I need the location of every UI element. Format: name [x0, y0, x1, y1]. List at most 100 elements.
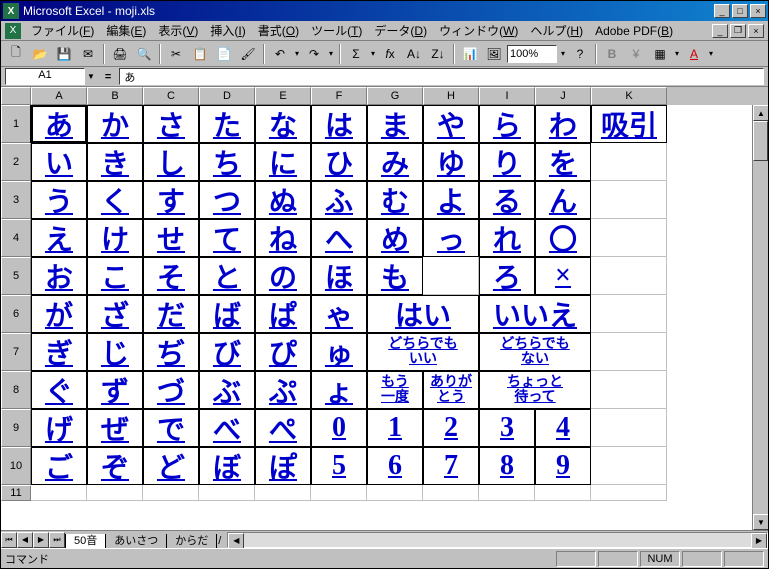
- cell[interactable]: ま: [367, 105, 423, 143]
- cell[interactable]: どちらでも いい: [367, 333, 479, 371]
- sheet-tab-あいさつ[interactable]: あいさつ: [105, 534, 167, 549]
- cell[interactable]: 5: [311, 447, 367, 485]
- font-color-dropdown[interactable]: ▾: [707, 43, 715, 65]
- cell[interactable]: ゃ: [311, 295, 367, 333]
- copy-button[interactable]: 📋: [189, 43, 211, 65]
- menu-4[interactable]: 書式(O): [252, 22, 305, 40]
- sort-desc-button[interactable]: Z↓: [427, 43, 449, 65]
- cell[interactable]: もう 一度: [367, 371, 423, 409]
- cell[interactable]: さ: [143, 105, 199, 143]
- cell[interactable]: 8: [479, 447, 535, 485]
- vertical-scrollbar[interactable]: ▲ ▼: [752, 105, 768, 530]
- redo-button[interactable]: ↷: [303, 43, 325, 65]
- cell[interactable]: く: [87, 181, 143, 219]
- cell[interactable]: っ: [423, 219, 479, 257]
- zoom-dropdown[interactable]: ▾: [559, 43, 567, 65]
- paste-button[interactable]: 📄: [213, 43, 235, 65]
- column-header-E[interactable]: E: [255, 87, 311, 105]
- row-header-1[interactable]: 1: [1, 105, 31, 143]
- undo-dropdown[interactable]: ▾: [293, 43, 301, 65]
- cell[interactable]: [255, 485, 311, 501]
- cell[interactable]: に: [255, 143, 311, 181]
- cell[interactable]: め: [367, 219, 423, 257]
- cell[interactable]: む: [367, 181, 423, 219]
- menu-2[interactable]: 表示(V): [152, 22, 204, 40]
- zoom-combo[interactable]: 100%: [507, 45, 557, 63]
- cell[interactable]: で: [143, 409, 199, 447]
- cell[interactable]: は: [311, 105, 367, 143]
- cell[interactable]: あ: [31, 105, 87, 143]
- column-header-A[interactable]: A: [31, 87, 87, 105]
- cell[interactable]: 6: [367, 447, 423, 485]
- sheet-tab-50音[interactable]: 50音: [65, 534, 106, 549]
- column-header-C[interactable]: C: [143, 87, 199, 105]
- column-header-F[interactable]: F: [311, 87, 367, 105]
- tab-nav-first[interactable]: ⏮: [1, 532, 17, 548]
- cell[interactable]: [87, 485, 143, 501]
- help-button[interactable]: ?: [569, 43, 591, 65]
- chart-button[interactable]: 📊: [459, 43, 481, 65]
- cell[interactable]: ほ: [311, 257, 367, 295]
- cell[interactable]: [423, 485, 479, 501]
- cell[interactable]: か: [87, 105, 143, 143]
- row-header-7[interactable]: 7: [1, 333, 31, 371]
- cell[interactable]: [591, 333, 667, 371]
- cell[interactable]: え: [31, 219, 87, 257]
- horizontal-scrollbar[interactable]: ◀ ▶: [227, 532, 768, 548]
- cell[interactable]: いいえ: [479, 295, 591, 333]
- cell[interactable]: [367, 485, 423, 501]
- cell[interactable]: ね: [255, 219, 311, 257]
- cell[interactable]: [479, 485, 535, 501]
- sheet-tab-からだ[interactable]: からだ: [166, 534, 217, 549]
- menu-9[interactable]: Adobe PDF(B): [589, 22, 679, 40]
- cell[interactable]: ひ: [311, 143, 367, 181]
- cell[interactable]: [199, 485, 255, 501]
- cell[interactable]: ば: [199, 295, 255, 333]
- cell[interactable]: す: [143, 181, 199, 219]
- autosum-dropdown[interactable]: ▾: [369, 43, 377, 65]
- cell[interactable]: [591, 447, 667, 485]
- row-header-11[interactable]: 11: [1, 485, 31, 501]
- cell[interactable]: ず: [87, 371, 143, 409]
- cell[interactable]: 4: [535, 409, 591, 447]
- cell[interactable]: の: [255, 257, 311, 295]
- row-header-3[interactable]: 3: [1, 181, 31, 219]
- scroll-thumb[interactable]: [753, 121, 768, 161]
- cell[interactable]: び: [199, 333, 255, 371]
- cell[interactable]: [591, 219, 667, 257]
- scroll-right-button[interactable]: ▶: [751, 533, 767, 549]
- cell[interactable]: 3: [479, 409, 535, 447]
- cell[interactable]: お: [31, 257, 87, 295]
- cell[interactable]: ちょっと 待って: [479, 371, 591, 409]
- row-header-10[interactable]: 10: [1, 447, 31, 485]
- minimize-button[interactable]: _: [714, 4, 730, 18]
- row-header-4[interactable]: 4: [1, 219, 31, 257]
- select-all-corner[interactable]: [1, 87, 31, 105]
- column-header-H[interactable]: H: [423, 87, 479, 105]
- cell[interactable]: よ: [423, 181, 479, 219]
- cell[interactable]: [591, 485, 667, 501]
- cell[interactable]: げ: [31, 409, 87, 447]
- cell[interactable]: て: [199, 219, 255, 257]
- cell[interactable]: ふ: [311, 181, 367, 219]
- row-header-8[interactable]: 8: [1, 371, 31, 409]
- cell[interactable]: つ: [199, 181, 255, 219]
- cell[interactable]: ぜ: [87, 409, 143, 447]
- cell[interactable]: た: [199, 105, 255, 143]
- mdi-minimize-button[interactable]: _: [712, 24, 728, 38]
- cell[interactable]: し: [143, 143, 199, 181]
- scroll-left-button[interactable]: ◀: [228, 533, 244, 549]
- cell[interactable]: ×: [535, 257, 591, 295]
- cell[interactable]: ぷ: [255, 371, 311, 409]
- cell[interactable]: う: [31, 181, 87, 219]
- cell[interactable]: ち: [199, 143, 255, 181]
- cell[interactable]: ぶ: [199, 371, 255, 409]
- cell[interactable]: が: [31, 295, 87, 333]
- menu-0[interactable]: ファイル(F): [25, 22, 100, 40]
- mail-button[interactable]: ✉: [77, 43, 99, 65]
- cell[interactable]: [591, 371, 667, 409]
- name-box-dropdown-icon[interactable]: ▼: [85, 72, 97, 81]
- cell[interactable]: 〇: [535, 219, 591, 257]
- cell[interactable]: ぞ: [87, 447, 143, 485]
- menu-6[interactable]: データ(D): [368, 22, 433, 40]
